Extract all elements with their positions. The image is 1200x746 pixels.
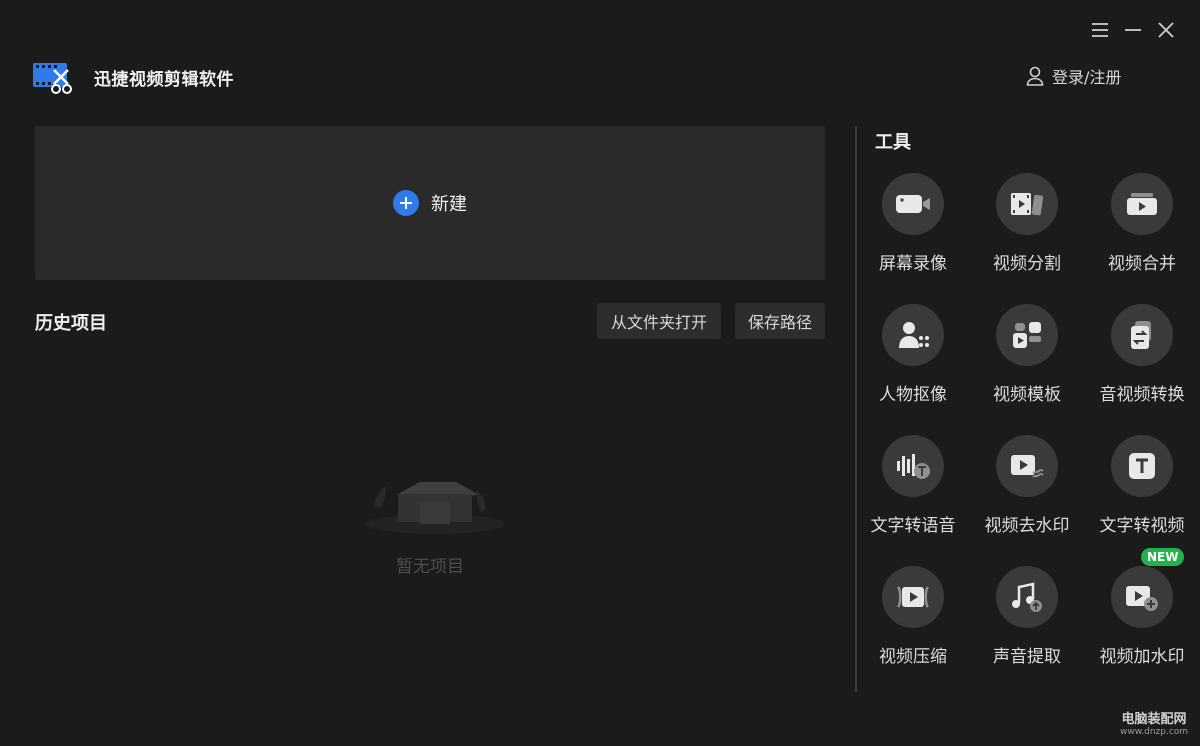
new-badge: NEW [1141,548,1185,566]
tool-label: 声音提取 [993,647,1061,667]
tool-label: 视频去水印 [984,516,1070,536]
plus-icon [393,190,419,216]
close-icon[interactable] [1154,18,1178,42]
text-to-video-icon [1111,435,1173,497]
tool-video-compress[interactable]: 视频压缩 [853,566,973,667]
tool-text-to-video[interactable]: 文字转视频 [1082,435,1200,536]
tool-video-merge[interactable]: 视频合并 [1082,173,1200,274]
tool-label: 视频合并 [1108,254,1176,274]
tool-label: 视频分割 [993,254,1061,274]
tool-person-cutout[interactable]: 人物抠像 [853,304,973,405]
tool-screen-record[interactable]: 屏幕录像 [853,173,973,274]
template-icon [996,304,1058,366]
login-label: 登录/注册 [1052,68,1122,87]
user-icon [1026,66,1044,86]
tools-title: 工具 [875,132,911,153]
watermark-name: 电脑装配网 [1121,712,1187,727]
tool-video-template[interactable]: 视频模板 [967,304,1087,405]
tool-label: 人物抠像 [879,385,947,405]
tool-audio-extract[interactable]: 声音提取 [967,566,1087,667]
tool-label: 视频加水印 [1099,647,1185,667]
site-watermark: 电脑装配网 www.dnzp.com [1120,708,1188,737]
convert-icon [1111,304,1173,366]
menu-icon[interactable] [1088,18,1112,42]
login-button[interactable]: 登录/注册 [1026,64,1121,88]
tool-remove-watermark[interactable]: 视频去水印 [967,435,1087,536]
person-cutout-icon [882,304,944,366]
app-logo [32,60,74,96]
tool-video-split[interactable]: 视频分割 [967,173,1087,274]
minimize-icon[interactable] [1121,18,1145,42]
tool-av-convert[interactable]: 音视频转换 [1082,304,1200,405]
tool-add-watermark[interactable]: NEW 视频加水印 [1082,548,1200,667]
app-title: 迅捷视频剪辑软件 [94,70,234,90]
history-title: 历史项目 [35,313,107,334]
tool-label: 屏幕录像 [879,254,947,274]
tool-label: 视频模板 [993,385,1061,405]
new-project-button[interactable]: 新建 [35,126,825,280]
text-to-speech-icon [882,435,944,497]
empty-box-icon [360,468,510,540]
tool-label: 视频压缩 [879,647,947,667]
tool-label: 文字转语音 [870,516,956,536]
camera-icon [882,173,944,235]
audio-extract-icon [996,566,1058,628]
remove-watermark-icon [996,435,1058,497]
compress-icon [882,566,944,628]
add-watermark-icon: NEW [1111,548,1185,628]
tool-label: 文字转视频 [1099,516,1185,536]
video-merge-icon [1111,173,1173,235]
save-path-button[interactable]: 保存路径 [735,303,825,339]
open-folder-button[interactable]: 从文件夹打开 [597,303,721,339]
watermark-url: www.dnzp.com [1120,727,1189,737]
tool-label: 音视频转换 [1099,385,1185,405]
new-label: 新建 [431,194,467,215]
empty-label: 暂无项目 [396,557,464,577]
tool-text-to-speech[interactable]: 文字转语音 [853,435,973,536]
film-split-icon [996,173,1058,235]
